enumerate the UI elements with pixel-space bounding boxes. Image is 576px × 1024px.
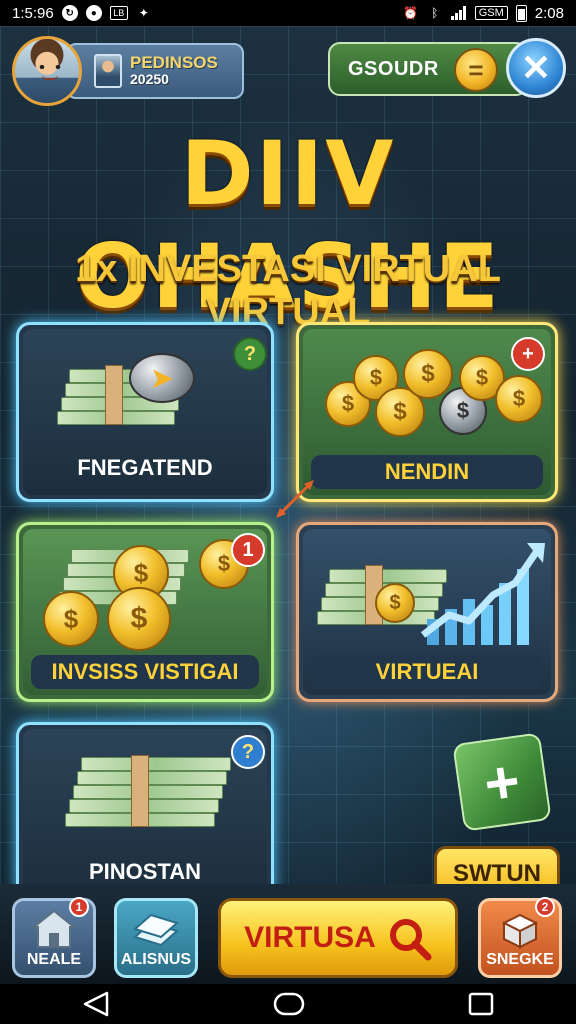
carrier-icon: GSM: [474, 6, 508, 20]
home-icon[interactable]: [272, 991, 306, 1017]
player-profile[interactable]: PEDINSOS 20250: [12, 36, 244, 106]
status-time-right: 2:08: [534, 4, 564, 22]
battery-icon: [515, 4, 527, 22]
nav-shop-label: SNEGKE: [486, 951, 554, 968]
card-label: INVSISS VISTIGAI: [31, 655, 259, 689]
player-name: PEDINSOS: [130, 53, 218, 72]
nav-assets-button[interactable]: ALISNUS: [114, 898, 198, 978]
box-icon: LB: [109, 6, 128, 20]
signal-icon: [450, 6, 467, 20]
mini-avatar-icon: [94, 54, 122, 88]
house-icon: [32, 909, 76, 948]
card-nendin[interactable]: $ $ $ $ $ $ $ + NENDIN: [296, 322, 558, 502]
recents-icon[interactable]: [467, 991, 495, 1017]
circle-icon: ●: [85, 5, 102, 21]
nav-main-button[interactable]: VIRTUSA: [218, 898, 458, 978]
nav-assets-label: ALISNUS: [120, 951, 192, 968]
home-badge: 1: [69, 897, 89, 917]
growth-chart-icon: [420, 543, 545, 645]
currency-label: GSOUDR: [348, 57, 439, 80]
currency-panel[interactable]: GSOUDR =: [328, 42, 528, 96]
search-icon: [389, 919, 432, 961]
card-label: FNEGATEND: [77, 455, 213, 480]
system-nav-bar: [0, 984, 576, 1024]
notification-badge[interactable]: 1: [231, 533, 265, 567]
status-time-left: 1:5:96: [12, 4, 54, 22]
nav-main-label: VIRTUSA: [244, 921, 376, 954]
shop-badge: 2: [535, 897, 555, 917]
coin-stack-icon: $: [43, 591, 99, 647]
nav-home-button[interactable]: 1 NEALE: [12, 897, 96, 978]
player-score: 20250: [130, 71, 169, 87]
plus-badge-icon[interactable]: +: [511, 337, 545, 371]
arrow-icon: [276, 480, 314, 518]
card-label: VIRTUEAI: [311, 655, 543, 689]
nav-shop-button[interactable]: 2 SNEGKE: [478, 897, 562, 978]
stack-icon: [132, 913, 180, 947]
coin-icon: $: [375, 583, 415, 623]
alarm-icon: ⏰: [403, 6, 419, 20]
plus-icon: +: [479, 746, 525, 818]
card-pinostan[interactable]: ? PINOSTAN: [16, 722, 274, 902]
bottom-nav: 1 NEALE ALISNUS VIRTUSA 2 SNEGKE: [0, 884, 576, 984]
status-bar: 1:5:96 ↻ ● LB ✦ ⏰ ᛒ GSM 2:08: [0, 0, 576, 26]
bluetooth-icon: ᛒ: [431, 6, 439, 20]
add-cube-button[interactable]: +: [452, 732, 552, 832]
sync-icon: ↻: [61, 5, 78, 21]
box-stack-icon: [501, 913, 539, 949]
help-badge-icon[interactable]: ?: [231, 735, 265, 769]
close-button[interactable]: ✕: [506, 38, 566, 98]
card-label: NENDIN: [311, 455, 543, 489]
nav-home-label: NEALE: [26, 951, 82, 968]
sparkle-icon: ✦: [138, 6, 149, 20]
card-invsiss-vistigai[interactable]: $ $ $ $ 1 INVSISS VISTIGAI: [16, 522, 274, 702]
card-fnegatend[interactable]: ➤ ? FNEGATEND: [16, 322, 274, 502]
token-icon: ➤: [129, 353, 195, 403]
game-screen: PEDINSOS 20250 GSOUDR = ✕ DIIV OHASHE 1x…: [0, 26, 576, 984]
close-icon: ✕: [520, 47, 552, 88]
name-plate[interactable]: PEDINSOS 20250: [66, 43, 244, 99]
help-badge-icon[interactable]: ?: [233, 337, 267, 371]
back-icon[interactable]: [81, 991, 111, 1017]
coin-button[interactable]: =: [454, 48, 498, 92]
card-label: PINOSTAN: [88, 859, 202, 884]
player-avatar[interactable]: [12, 36, 82, 106]
card-virtueai[interactable]: $ VIRTUEAI: [296, 522, 558, 702]
coin-icon: =: [468, 54, 484, 85]
cash-stack-icon: [65, 755, 231, 827]
